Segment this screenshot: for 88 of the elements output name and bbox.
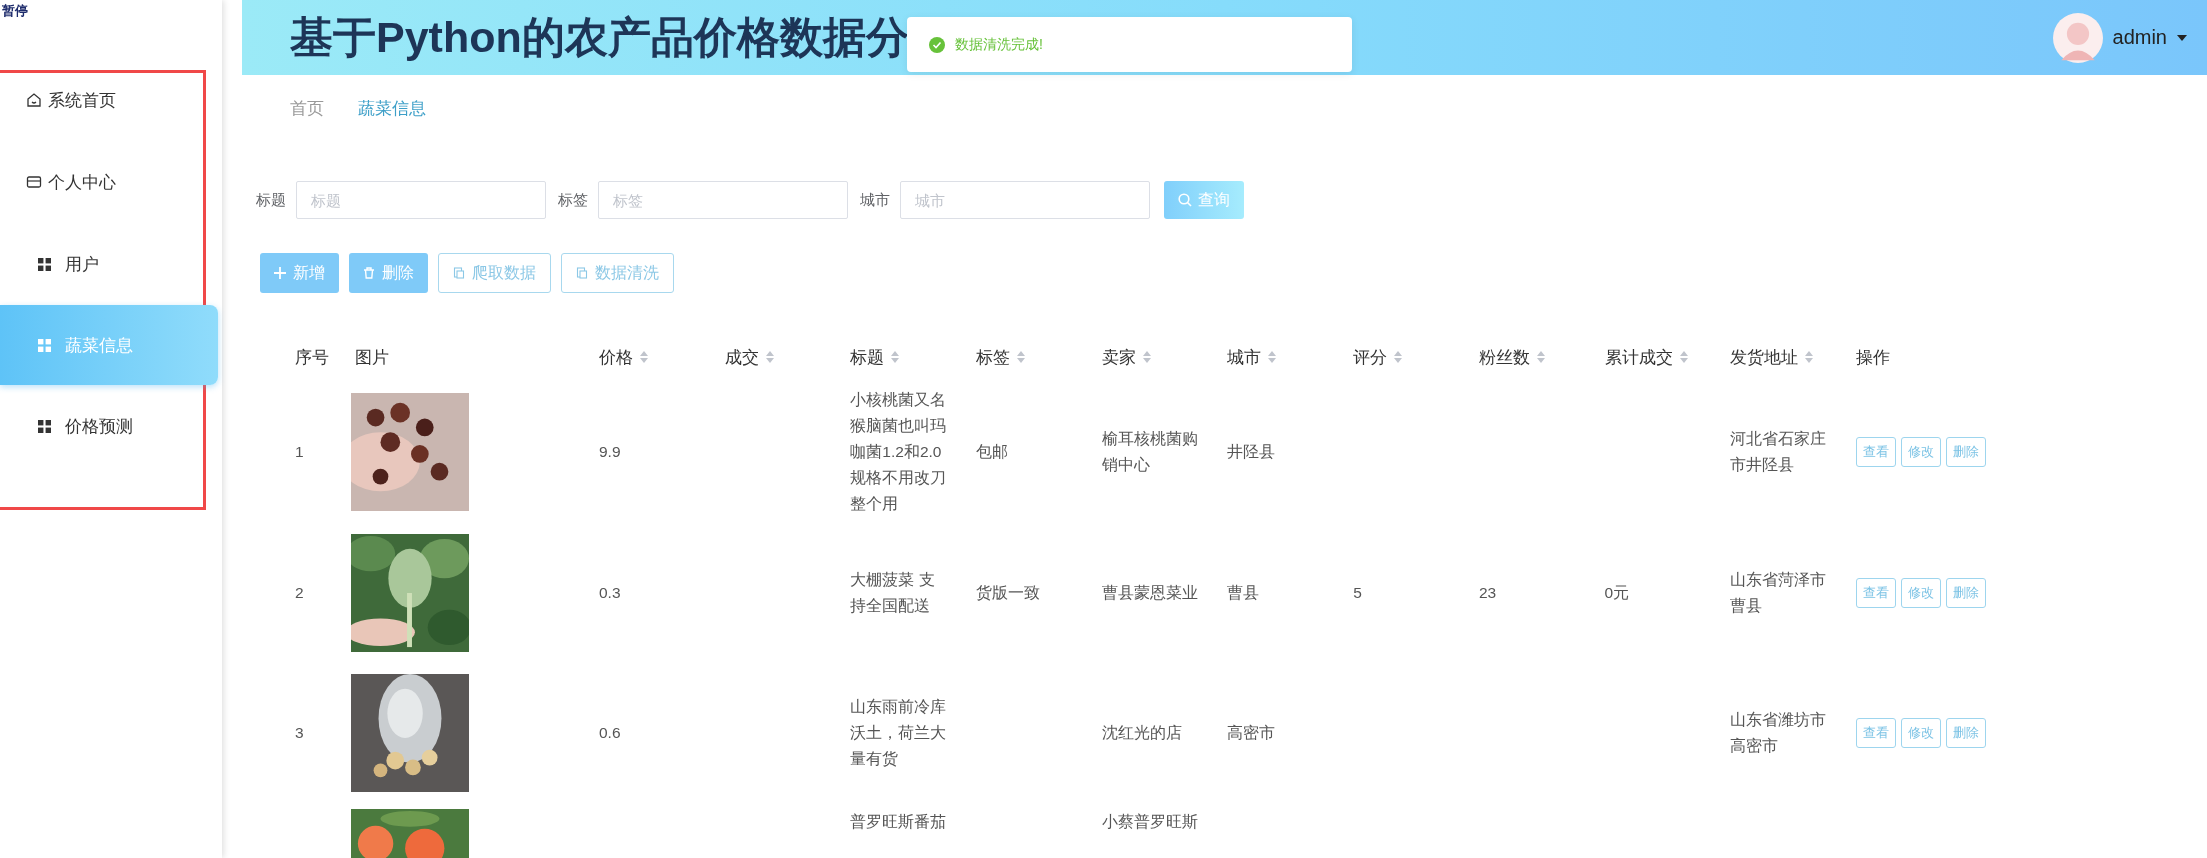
column-label: 图片 xyxy=(354,346,389,369)
column-header[interactable]: 粉丝数 xyxy=(1466,333,1593,381)
table-cell-text: 井陉县 xyxy=(1227,442,1277,462)
grid-icon xyxy=(38,419,51,433)
column-label: 累计成交 xyxy=(1604,346,1673,369)
column-header[interactable]: 序号 xyxy=(283,333,343,381)
table-cell-text: 小蔡普罗旺斯 xyxy=(1101,812,1199,832)
sort-icon[interactable] xyxy=(1268,351,1277,363)
search-field[interactable]: 标签 xyxy=(598,181,848,219)
table-cell-text: 1 xyxy=(295,442,305,462)
menu-item[interactable]: 价格预测 xyxy=(0,385,218,467)
grid-icon xyxy=(38,257,51,271)
column-label: 价格 xyxy=(598,346,633,369)
table-cell-text: 山东省潍坊市高密市 xyxy=(1730,710,1828,756)
wallet-icon xyxy=(26,174,42,190)
user-menu[interactable]: admin xyxy=(2112,26,2167,49)
pause-label: 暂停 xyxy=(2,2,28,20)
column-label: 序号 xyxy=(295,346,329,369)
home-icon xyxy=(26,92,42,108)
sort-icon[interactable] xyxy=(1394,351,1403,363)
field-label: 标签 xyxy=(558,190,588,210)
table-cell-text: 普罗旺斯番茄 xyxy=(850,812,948,832)
sort-icon[interactable] xyxy=(765,351,774,363)
toast-message: 数据清洗完成! xyxy=(955,35,1043,54)
column-label: 粉丝数 xyxy=(1478,346,1530,369)
table-cell-text: 曹县 xyxy=(1227,583,1261,603)
column-header[interactable]: 标题 xyxy=(838,333,965,381)
column-header[interactable]: 评分 xyxy=(1341,333,1467,381)
column-header[interactable]: 图片 xyxy=(342,333,587,381)
column-label: 成交 xyxy=(724,346,759,369)
column-label: 评分 xyxy=(1353,346,1388,369)
column-header[interactable]: 操作 xyxy=(1844,333,1978,381)
table-cell-text: 3 xyxy=(295,723,305,743)
table-cell-text: 山东省菏泽市曹县 xyxy=(1730,570,1828,616)
table-cell-text: 山东雨前冷库沃土，荷兰大量有货 xyxy=(850,697,948,769)
table-cell-text: 小核桃菌又名猴脑菌也叫玛咖菌1.2和2.0规格不用改刀整个用 xyxy=(850,390,948,514)
table-cell-text: 23 xyxy=(1478,583,1498,603)
menu-item[interactable]: 个人中心 xyxy=(0,141,218,223)
plus-icon xyxy=(274,267,286,279)
search-field[interactable]: 标题 xyxy=(296,181,546,219)
table-cell-text: 高密市 xyxy=(1227,723,1277,743)
column-header[interactable]: 成交 xyxy=(712,333,839,381)
column-header[interactable]: 累计成交 xyxy=(1592,333,1719,381)
table-cell-text: 大棚菠菜 支持全国配送 xyxy=(850,570,936,616)
sort-icon[interactable] xyxy=(1017,351,1026,363)
table-cell-text: 9.9 xyxy=(598,442,622,462)
sort-icon[interactable] xyxy=(1679,351,1688,363)
avatar[interactable] xyxy=(2052,12,2103,63)
column-header[interactable]: 价格 xyxy=(586,333,713,381)
check-icon xyxy=(929,36,945,53)
column-label: 标签 xyxy=(976,346,1011,369)
table-cell-text: 2 xyxy=(295,583,305,603)
column-label: 发货地址 xyxy=(1730,346,1799,369)
sort-icon[interactable] xyxy=(639,351,648,363)
search-icon xyxy=(1178,193,1192,207)
table-cell-text: 0元 xyxy=(1604,583,1631,603)
sort-icon[interactable] xyxy=(1805,351,1814,363)
table-cell-text: 包邮 xyxy=(976,442,1010,462)
menu-item[interactable]: 系统首页 xyxy=(0,59,218,141)
column-header[interactable]: 发货地址 xyxy=(1718,333,1844,381)
table-cell-text: 河北省石家庄市井陉县 xyxy=(1730,429,1828,475)
table-cell-text: 沈红光的店 xyxy=(1101,723,1183,743)
column-label: 标题 xyxy=(850,346,885,369)
table-cell-text: 5 xyxy=(1353,583,1363,603)
document-icon xyxy=(576,267,588,279)
column-label: 操作 xyxy=(1856,346,1890,369)
column-header[interactable]: 卖家 xyxy=(1089,333,1216,381)
column-header[interactable]: 标签 xyxy=(964,333,1090,381)
search-field[interactable]: 城市 xyxy=(900,181,1150,219)
column-label: 卖家 xyxy=(1101,346,1136,369)
sort-icon[interactable] xyxy=(1142,351,1151,363)
app-title: 基于Python的农产品价格数据分 xyxy=(290,11,909,63)
table-cell-text: 0.3 xyxy=(598,583,622,603)
table-cell-text: 曹县蒙恩菜业 xyxy=(1101,583,1199,603)
field-label: 标题 xyxy=(256,190,286,210)
trash-icon xyxy=(363,267,375,279)
field-label: 城市 xyxy=(860,190,890,210)
column-label: 城市 xyxy=(1227,346,1262,369)
column-header[interactable]: 城市 xyxy=(1215,333,1342,381)
menu-item[interactable]: 用户 xyxy=(0,223,218,305)
sort-icon[interactable] xyxy=(1536,351,1545,363)
table-cell-text: 货版一致 xyxy=(976,583,1042,603)
sort-icon[interactable] xyxy=(891,351,900,363)
caret-icon[interactable] xyxy=(2177,33,2187,42)
document-icon xyxy=(453,267,465,279)
table-cell-text: 榆耳核桃菌购销中心 xyxy=(1101,429,1199,475)
table-cell-text: 0.6 xyxy=(598,723,622,743)
grid-icon xyxy=(38,338,51,352)
